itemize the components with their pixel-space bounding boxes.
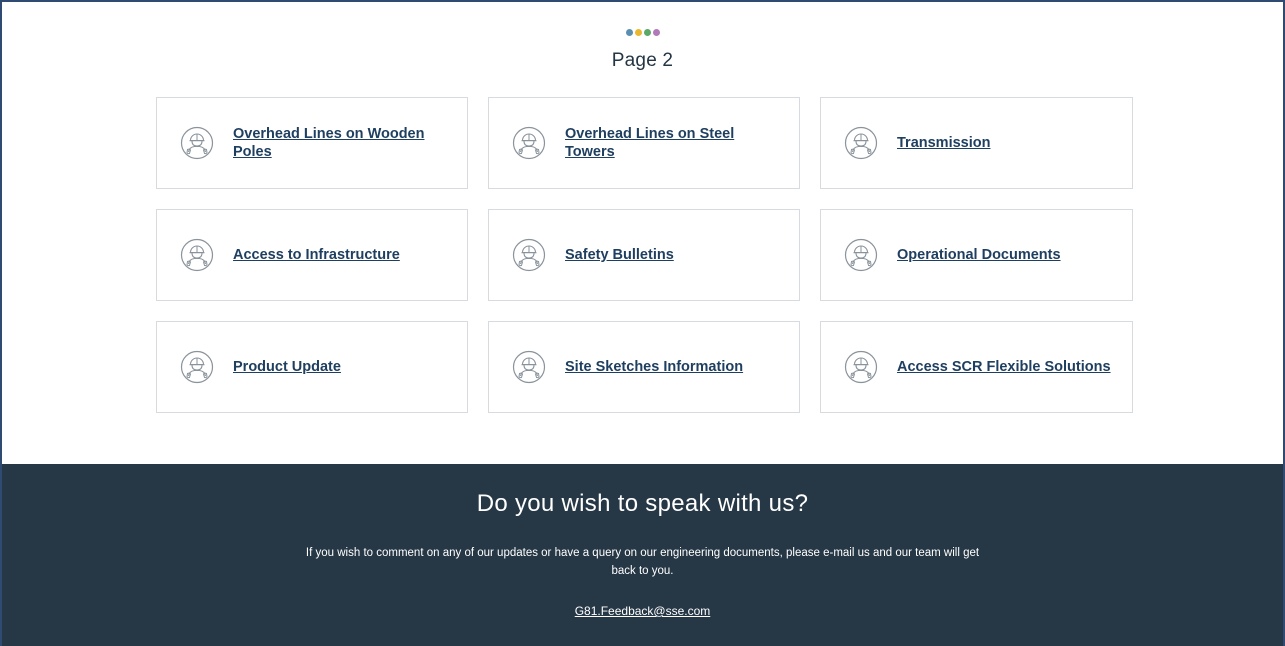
document-category-grid: Overhead Lines on Wooden Poles Overhead …	[156, 97, 1133, 413]
feedback-email-link[interactable]: G81.Feedback@sse.com	[2, 604, 1283, 618]
page-title: Page 2	[611, 50, 674, 71]
engineer-hardhat-icon	[844, 350, 878, 384]
category-card-operational-documents[interactable]: Operational Documents	[820, 209, 1133, 301]
contact-footer: Do you wish to speak with us? If you wis…	[2, 464, 1283, 646]
category-card-site-sketches-information[interactable]: Site Sketches Information	[488, 321, 800, 413]
category-card-transmission[interactable]: Transmission	[820, 97, 1133, 189]
category-link[interactable]: Operational Documents	[897, 246, 1061, 264]
engineer-hardhat-icon	[844, 238, 878, 272]
category-link[interactable]: Overhead Lines on Steel Towers	[565, 125, 783, 161]
category-card-safety-bulletins[interactable]: Safety Bulletins	[488, 209, 800, 301]
page-frame: Page 2 Overhead Lines on Wooden Poles Ov…	[0, 0, 1285, 646]
engineer-hardhat-icon	[180, 350, 214, 384]
pagination-dots	[2, 29, 1283, 36]
category-link[interactable]: Transmission	[897, 134, 990, 152]
content-section: Page 2 Overhead Lines on Wooden Poles Ov…	[2, 2, 1283, 464]
pagination-dot[interactable]	[643, 29, 651, 36]
engineer-hardhat-icon	[180, 126, 214, 160]
category-card-access-scr-flexible-solutions[interactable]: Access SCR Flexible Solutions	[820, 321, 1133, 413]
category-link[interactable]: Site Sketches Information	[565, 358, 743, 376]
category-card-product-update[interactable]: Product Update	[156, 321, 468, 413]
category-link[interactable]: Safety Bulletins	[565, 246, 674, 264]
engineer-hardhat-icon	[844, 126, 878, 160]
category-link[interactable]: Access SCR Flexible Solutions	[897, 358, 1111, 376]
engineer-hardhat-icon	[512, 238, 546, 272]
footer-description: If you wish to comment on any of our upd…	[305, 547, 980, 577]
engineer-hardhat-icon	[512, 126, 546, 160]
pagination-dot[interactable]	[652, 29, 660, 36]
engineer-hardhat-icon	[512, 350, 546, 384]
category-link[interactable]: Access to Infrastructure	[233, 246, 400, 264]
category-card-overhead-lines-steel-towers[interactable]: Overhead Lines on Steel Towers	[488, 97, 800, 189]
category-card-access-to-infrastructure[interactable]: Access to Infrastructure	[156, 209, 468, 301]
engineer-hardhat-icon	[180, 238, 214, 272]
footer-title: Do you wish to speak with us?	[476, 490, 809, 517]
category-link[interactable]: Product Update	[233, 358, 341, 376]
category-link[interactable]: Overhead Lines on Wooden Poles	[233, 125, 451, 161]
pagination-dot[interactable]	[625, 29, 633, 36]
category-card-overhead-lines-wooden-poles[interactable]: Overhead Lines on Wooden Poles	[156, 97, 468, 189]
pagination-dot[interactable]	[634, 29, 642, 36]
